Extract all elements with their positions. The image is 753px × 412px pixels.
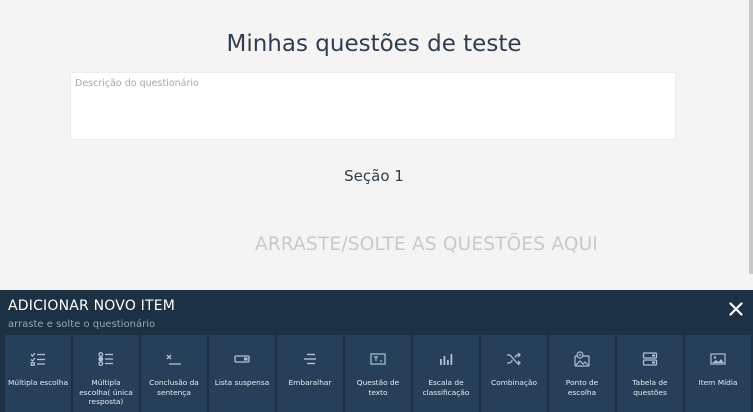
item-text-question[interactable]: Questão de texto: [345, 335, 411, 412]
item-label: Lista suspensa: [214, 378, 270, 387]
item-single-choice[interactable]: Múltipla escolha( única resposta): [73, 335, 139, 412]
item-label: Combinação: [491, 378, 537, 387]
item-multiple-choice[interactable]: Múltipla escolha: [5, 335, 71, 412]
item-choice-point[interactable]: Ponto de escolha: [549, 335, 615, 412]
add-item-panel: ADICIONAR NOVO ITEM arraste e solte o qu…: [0, 290, 753, 412]
close-button[interactable]: [725, 298, 747, 320]
checklist-icon: [29, 350, 47, 368]
item-shuffle[interactable]: Embaralhar: [277, 335, 343, 412]
item-sentence-completion[interactable]: Conclusão da sentença: [141, 335, 207, 412]
item-rating-scale[interactable]: Escala de classificação: [413, 335, 479, 412]
item-label: Múltipla escolha( única resposta): [79, 378, 133, 406]
media-icon: [709, 350, 727, 368]
item-label: Embaralhar: [288, 378, 332, 387]
fill-blank-icon: [165, 350, 183, 368]
item-label: Tabela de questões: [632, 378, 668, 397]
item-label: Conclusão da sentença: [149, 378, 199, 397]
description-box[interactable]: [70, 72, 676, 140]
item-matching[interactable]: Combinação: [481, 335, 547, 412]
item-palette: Múltipla escolha Múltipla escolha( única…: [5, 335, 753, 412]
quiz-editor: Minhas questões de teste Seção 1 ARRASTE…: [0, 0, 753, 290]
item-label: Questão de texto: [356, 378, 400, 397]
drop-zone-hint: ARRASTE/SOLTE AS QUESTÕES AQUI: [254, 234, 599, 255]
panel-title: ADICIONAR NOVO ITEM: [8, 298, 176, 314]
radio-list-icon: [97, 350, 115, 368]
item-media[interactable]: Item Mídia: [685, 335, 751, 412]
shuffle-lines-icon: [301, 350, 319, 368]
section-title[interactable]: Seção 1: [0, 167, 748, 185]
match-icon: [505, 350, 523, 368]
scrollbar[interactable]: [749, 0, 753, 274]
description-field[interactable]: [71, 73, 675, 139]
dropdown-icon: [233, 350, 251, 368]
image-pin-icon: [573, 350, 591, 368]
item-label: Múltipla escolha: [8, 378, 68, 387]
close-icon: [729, 302, 743, 316]
item-dropdown-list[interactable]: Lista suspensa: [209, 335, 275, 412]
item-question-table[interactable]: Tabela de questões: [617, 335, 683, 412]
item-label: Item Mídia: [698, 378, 738, 387]
item-label: Ponto de escolha: [565, 378, 599, 397]
text-box-icon: [369, 350, 387, 368]
quiz-title[interactable]: Minhas questões de teste: [0, 31, 748, 57]
item-label: Escala de classificação: [422, 378, 470, 397]
panel-subtitle: arraste e solte o questionário: [8, 319, 156, 330]
bar-scale-icon: [437, 350, 455, 368]
table-icon: [641, 350, 659, 368]
